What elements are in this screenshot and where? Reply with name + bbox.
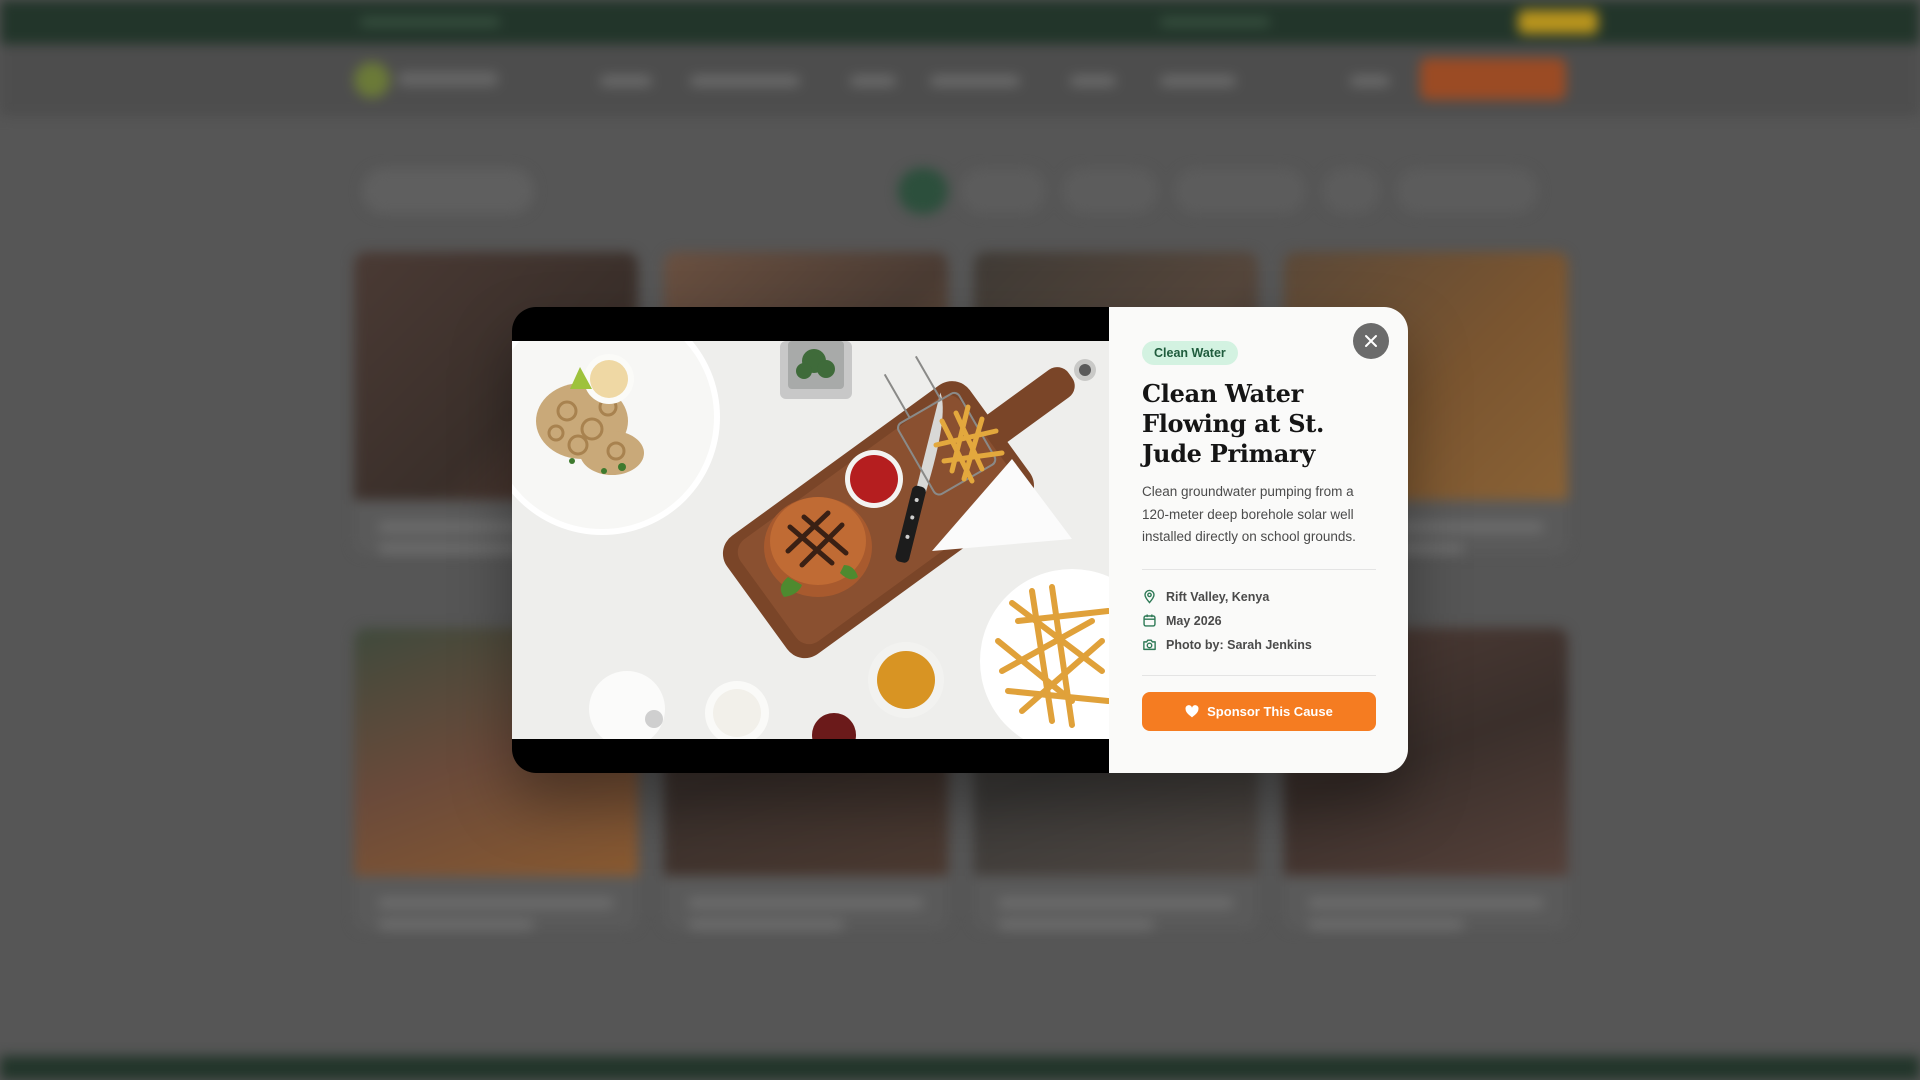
sponsor-button[interactable]: Sponsor This Cause: [1142, 691, 1376, 731]
announcement-text-placeholder: [360, 18, 500, 26]
heart-icon: [1185, 704, 1199, 717]
filter-chip: [1322, 168, 1380, 214]
filter-chip: [1396, 168, 1538, 214]
filter-chip: [1174, 168, 1306, 214]
photo-viewer: [512, 307, 1109, 773]
location-row: Rift Valley, Kenya: [1142, 585, 1376, 609]
logo-icon: [354, 62, 390, 98]
photo-title: Clean Water Flowing at St. Jude Primary: [1142, 379, 1325, 468]
map-pin-icon: [1144, 589, 1155, 604]
nav-link: [1070, 76, 1116, 86]
close-button[interactable]: [1353, 323, 1389, 359]
nav-link: [930, 76, 1020, 86]
camera-icon: [1143, 639, 1156, 651]
category-badge: Clean Water: [1142, 341, 1238, 365]
filter-chip: [1062, 168, 1158, 214]
calendar-icon: [1143, 614, 1156, 627]
announcement-text-placeholder: [1160, 18, 1270, 26]
photo-details-panel: Clean Water Clean Water Flowing at St. J…: [1109, 307, 1408, 773]
date-text: May 2026: [1166, 613, 1222, 628]
photo-credit-text: Photo by: Sarah Jenkins: [1166, 637, 1312, 652]
logo-text: [398, 72, 498, 86]
divider: [1142, 674, 1376, 676]
photo-credit-row: Photo by: Sarah Jenkins: [1142, 633, 1376, 657]
nav-link: [600, 76, 652, 86]
nav-link: [1350, 76, 1390, 86]
gallery-photo: [512, 341, 1109, 739]
gallery-search-input: [362, 168, 534, 214]
footer-strip: [0, 1056, 1920, 1080]
location-text: Rift Valley, Kenya: [1166, 589, 1270, 604]
nav-link: [1160, 76, 1236, 86]
nav-link: [690, 76, 800, 86]
close-icon: [1365, 335, 1377, 347]
sponsor-button-label: Sponsor This Cause: [1207, 703, 1333, 719]
filter-chip: [960, 168, 1046, 214]
announcement-button: [1518, 10, 1598, 34]
filter-chip-all: [898, 168, 948, 214]
nav-link: [850, 76, 896, 86]
nav-cta-button: [1420, 58, 1566, 100]
announcement-bar: [0, 0, 1920, 44]
photo-description: Clean groundwater pumping from a 120-met…: [1142, 484, 1356, 544]
photo-lightbox-modal: Clean Water Clean Water Flowing at St. J…: [512, 307, 1408, 773]
date-row: May 2026: [1142, 609, 1376, 633]
photo-meta: Rift Valley, Kenya May 2026 Photo by: Sa…: [1142, 585, 1376, 657]
divider: [1142, 568, 1376, 570]
